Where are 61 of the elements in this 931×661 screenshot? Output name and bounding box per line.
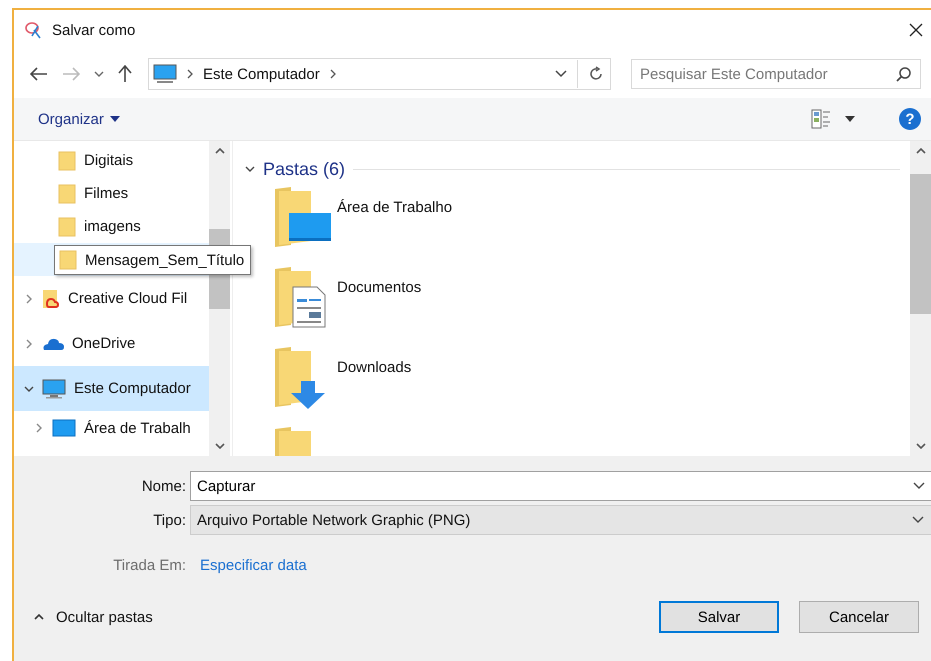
- folder-icon: [58, 184, 76, 204]
- hide-folders-button[interactable]: Ocultar pastas: [28, 608, 159, 626]
- view-options-icon[interactable]: [811, 109, 831, 129]
- nav-item[interactable]: imagens: [14, 210, 209, 243]
- search-icon[interactable]: [896, 66, 912, 82]
- chevron-down-icon[interactable]: [245, 164, 255, 174]
- address-bar[interactable]: Este Computador: [148, 58, 611, 90]
- nav-item[interactable]: OneDrive: [14, 321, 209, 366]
- search-field[interactable]: Pesquisar Este Computador: [631, 59, 921, 89]
- folder-item[interactable]: Downloads: [245, 345, 900, 423]
- folder-item[interactable]: Documentos: [245, 265, 900, 343]
- up-arrow-icon[interactable]: [118, 65, 132, 83]
- cloud-icon: [42, 336, 64, 350]
- computer-icon: [42, 378, 66, 398]
- chevron-right-icon[interactable]: [330, 69, 336, 79]
- specify-date-link[interactable]: Especificar data: [200, 557, 307, 574]
- nav-item[interactable]: Creative Cloud Fil: [14, 276, 209, 321]
- name-label: Nome:: [140, 478, 186, 494]
- folder-item[interactable]: Área de Trabalho: [245, 185, 900, 263]
- chevron-right-icon[interactable]: [34, 423, 44, 433]
- computer-icon: [153, 64, 177, 84]
- file-type-dropdown[interactable]: Arquivo Portable Network Graphic (PNG): [190, 505, 931, 535]
- scrollbar[interactable]: [910, 141, 931, 456]
- nav-item[interactable]: Digitais: [14, 144, 209, 177]
- nav-item[interactable]: Área de Trabalh: [14, 411, 209, 445]
- help-button[interactable]: ?: [899, 108, 921, 130]
- organize-menu-button[interactable]: Organizar: [34, 108, 124, 130]
- nav-item[interactable]: Filmes: [14, 177, 209, 210]
- chevron-down-icon[interactable]: [555, 70, 567, 78]
- chevron-down-icon[interactable]: [24, 384, 34, 394]
- folder-icon: [58, 150, 76, 170]
- folder-icon: [58, 216, 76, 236]
- folder-icon: [59, 250, 77, 270]
- chevron-right-icon[interactable]: [24, 338, 34, 348]
- scroll-up-icon[interactable]: [916, 148, 926, 154]
- scroll-down-icon[interactable]: [916, 443, 926, 449]
- group-header[interactable]: Pastas (6): [245, 155, 900, 183]
- breadcrumb-item[interactable]: Este Computador: [203, 66, 320, 82]
- cancel-button[interactable]: Cancelar: [799, 601, 919, 633]
- file-name-field[interactable]: Capturar: [190, 471, 931, 501]
- desktop-icon: [52, 419, 76, 437]
- dropdown-arrow-icon: [110, 116, 120, 122]
- chevron-down-icon[interactable]: [94, 71, 104, 77]
- chevron-down-icon[interactable]: [913, 482, 925, 490]
- nav-item[interactable]: Este Computador: [14, 366, 209, 411]
- type-label: Tipo:: [152, 512, 186, 528]
- scroll-up-icon[interactable]: [214, 148, 224, 154]
- chevron-up-icon: [34, 614, 44, 620]
- window-title: Salvar como: [52, 22, 136, 38]
- dropdown-arrow-icon[interactable]: [845, 116, 855, 122]
- date-taken-label: Tirada Em:: [112, 557, 186, 574]
- close-icon[interactable]: [909, 23, 923, 37]
- scroll-down-icon[interactable]: [214, 443, 224, 449]
- cloud-folder-icon: [42, 288, 60, 308]
- chevron-down-icon: [912, 516, 924, 524]
- save-button[interactable]: Salvar: [659, 601, 779, 633]
- refresh-icon[interactable]: [588, 66, 604, 82]
- chevron-right-icon: [187, 69, 193, 79]
- tooltip-text: Mensagem_Sem_Título: [85, 252, 244, 268]
- chevron-right-icon[interactable]: [24, 294, 34, 304]
- back-arrow-icon[interactable]: [30, 67, 48, 81]
